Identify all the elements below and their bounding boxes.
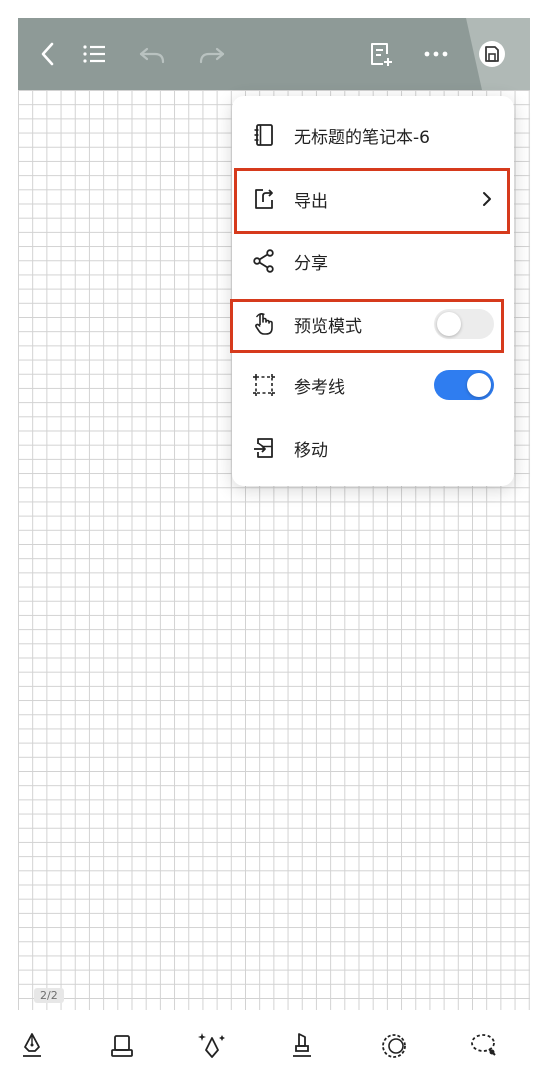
menu-label-share: 分享 [294, 253, 328, 274]
menu-item-share[interactable]: 分享 [232, 230, 514, 292]
redo-icon [199, 47, 225, 64]
pen-icon [23, 1033, 41, 1057]
redo-button[interactable] [192, 34, 232, 74]
guideline-icon [250, 371, 278, 399]
menu-item-notebook-title[interactable]: 无标题的笔记本-6 [232, 104, 514, 166]
save-button[interactable] [472, 34, 512, 74]
magic-pen-icon [198, 1033, 225, 1058]
shape-icon [382, 1034, 406, 1058]
back-button[interactable] [28, 34, 68, 74]
add-page-button[interactable] [360, 34, 400, 74]
more-menu: 无标题的笔记本-6 导出 分享 预览模式 参考线 移动 [232, 96, 514, 486]
top-toolbar [18, 18, 530, 90]
lasso-tool-button[interactable] [466, 1028, 502, 1064]
add-page-icon [371, 43, 392, 66]
list-button[interactable] [74, 34, 114, 74]
guidelines-toggle[interactable] [434, 370, 494, 400]
undo-icon [139, 47, 165, 64]
magic-pen-tool-button[interactable] [194, 1028, 230, 1064]
eraser-icon [111, 1035, 133, 1057]
share-icon [250, 247, 278, 275]
menu-label-notebook-title: 无标题的笔记本-6 [294, 127, 430, 148]
highlighter-icon [293, 1033, 311, 1057]
pen-tool-button[interactable] [14, 1028, 50, 1064]
preview-mode-highlight-box [230, 299, 504, 353]
list-icon [83, 45, 105, 63]
save-icon [479, 41, 505, 67]
toggle-knob [467, 373, 491, 397]
menu-label-move: 移动 [294, 440, 328, 461]
highlighter-tool-button[interactable] [284, 1028, 320, 1064]
undo-button[interactable] [132, 34, 172, 74]
more-icon [424, 51, 448, 57]
move-icon [250, 434, 278, 462]
back-icon [41, 42, 54, 66]
menu-item-guidelines[interactable]: 参考线 [232, 354, 514, 416]
menu-label-guidelines: 参考线 [294, 377, 345, 398]
menu-item-move[interactable]: 移动 [232, 417, 514, 479]
shape-tool-button[interactable] [376, 1028, 412, 1064]
bottom-toolbar [0, 1010, 540, 1080]
export-highlight-box [234, 168, 510, 234]
more-button[interactable] [416, 34, 456, 74]
lasso-icon [471, 1034, 496, 1056]
notebook-icon [250, 121, 278, 149]
eraser-tool-button[interactable] [104, 1028, 140, 1064]
page-indicator: 2/2 [34, 988, 64, 1003]
